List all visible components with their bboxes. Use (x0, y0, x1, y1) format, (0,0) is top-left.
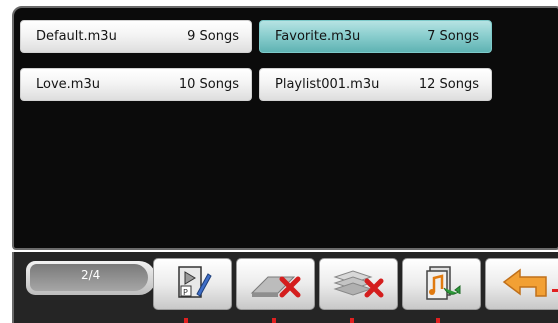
playlist-item[interactable]: Default.m3u 9 Songs (20, 20, 252, 53)
marker (552, 289, 558, 292)
page-indicator: 2/4 (26, 261, 156, 295)
playlist-song-count: 7 Songs (427, 29, 479, 44)
playlist-song-count: 12 Songs (418, 77, 479, 92)
playlist-item[interactable]: Playlist001.m3u 12 Songs (259, 68, 492, 101)
delete-button[interactable] (236, 258, 315, 310)
bottom-toolbar: 2/4 P (12, 252, 558, 323)
playlist-name: Favorite.m3u (275, 29, 361, 44)
marker (272, 318, 276, 323)
playlist-name: Playlist001.m3u (275, 77, 380, 92)
edit-playlist-button[interactable]: P (153, 258, 232, 310)
eraser-x-icon (250, 276, 300, 298)
layers-x-icon (332, 270, 383, 298)
playlist-item-selected[interactable]: Favorite.m3u 7 Songs (259, 20, 492, 53)
playlist-item[interactable]: Love.m3u 10 Songs (20, 68, 252, 101)
playlist-screen: Default.m3u 9 Songs Favorite.m3u 7 Songs… (6, 0, 558, 323)
marker (184, 318, 188, 323)
back-arrow-icon (502, 268, 547, 297)
play-document-pencil-icon: P (177, 266, 212, 298)
playlist-song-count: 10 Songs (178, 77, 239, 92)
playlist-panel: Default.m3u 9 Songs Favorite.m3u 7 Songs… (12, 6, 558, 250)
playlist-name: Default.m3u (36, 29, 117, 44)
back-button[interactable] (485, 258, 558, 310)
delete-all-button[interactable] (319, 258, 398, 310)
export-button[interactable] (402, 258, 481, 310)
page-number: 2/4 (81, 268, 101, 282)
playlist-song-count: 9 Songs (187, 29, 239, 44)
marker (436, 318, 440, 323)
svg-text:P: P (183, 288, 188, 297)
music-document-arrow-icon (425, 266, 460, 300)
playlist-name: Love.m3u (36, 77, 100, 92)
marker (350, 318, 354, 323)
